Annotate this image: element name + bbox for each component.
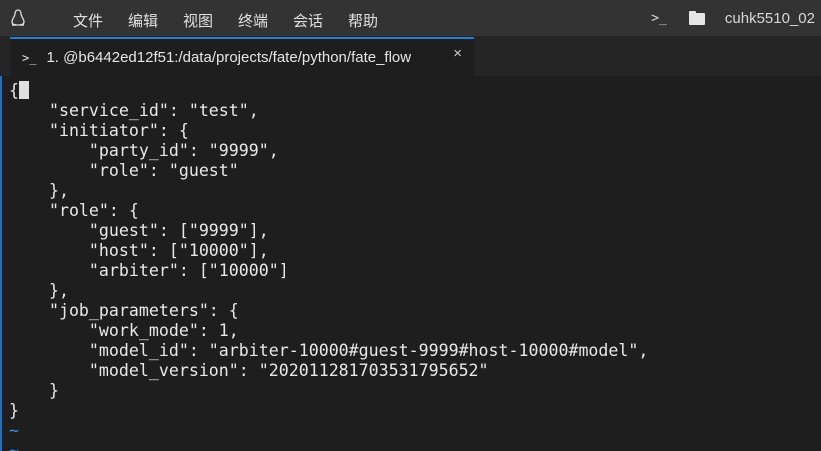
line-text: {: [9, 81, 19, 100]
empty-line-tilde: ~: [9, 441, 19, 451]
terminal-line: },: [9, 281, 69, 300]
terminal-line: "guest": ["9999"],: [9, 221, 269, 240]
tab-title: 1. @b6442ed12f51:/data/projects/fate/pyt…: [46, 49, 412, 66]
menu-view[interactable]: 视图: [183, 10, 213, 31]
tab-terminal-session[interactable]: >_ 1. @b6442ed12f51:/data/projects/fate/…: [10, 37, 474, 76]
terminal-line: },: [9, 181, 69, 200]
menu-file[interactable]: 文件: [73, 10, 103, 31]
empty-line-tilde: ~: [9, 421, 19, 440]
menu-edit[interactable]: 编辑: [128, 10, 158, 31]
menu-help[interactable]: 帮助: [348, 10, 378, 31]
terminal-line: "initiator": {: [9, 121, 189, 140]
terminal-icon[interactable]: >_: [651, 11, 667, 26]
terminal-line: "job_parameters": {: [9, 301, 239, 320]
close-icon[interactable]: ×: [453, 45, 462, 62]
menu-terminal[interactable]: 终端: [238, 10, 268, 31]
host-name[interactable]: cuhk5510_02: [725, 10, 815, 27]
menu-bar: 文件 编辑 视图 终端 会话 帮助 >_ cuhk5510_02: [0, 0, 821, 36]
tab-bar: >_ 1. @b6442ed12f51:/data/projects/fate/…: [0, 36, 821, 76]
terminal-line: {: [9, 81, 821, 101]
terminal-line: "role": {: [9, 201, 139, 220]
terminal-line: "role": "guest": [9, 161, 239, 180]
linux-tux-icon: [11, 9, 25, 26]
terminal-line: "party_id": "9999",: [9, 141, 279, 160]
terminal-line: "model_id": "arbiter-10000#guest-9999#ho…: [9, 341, 649, 360]
terminal-line: "service_id": "test",: [9, 101, 259, 120]
folder-icon[interactable]: [688, 10, 705, 25]
terminal-output[interactable]: { "service_id": "test", "initiator": { "…: [0, 76, 821, 451]
terminal-line: "host": ["10000"],: [9, 241, 269, 260]
terminal-icon: >_: [22, 50, 37, 65]
cursor: [19, 81, 29, 99]
terminal-line: "arbiter": ["10000"]: [9, 261, 289, 280]
terminal-line: "model_version": "202011281703531795652": [9, 361, 489, 380]
terminal-line: }: [9, 381, 59, 400]
terminal-line: }: [9, 401, 19, 420]
terminal-line: "work_mode": 1,: [9, 321, 239, 340]
menu-session[interactable]: 会话: [293, 10, 323, 31]
